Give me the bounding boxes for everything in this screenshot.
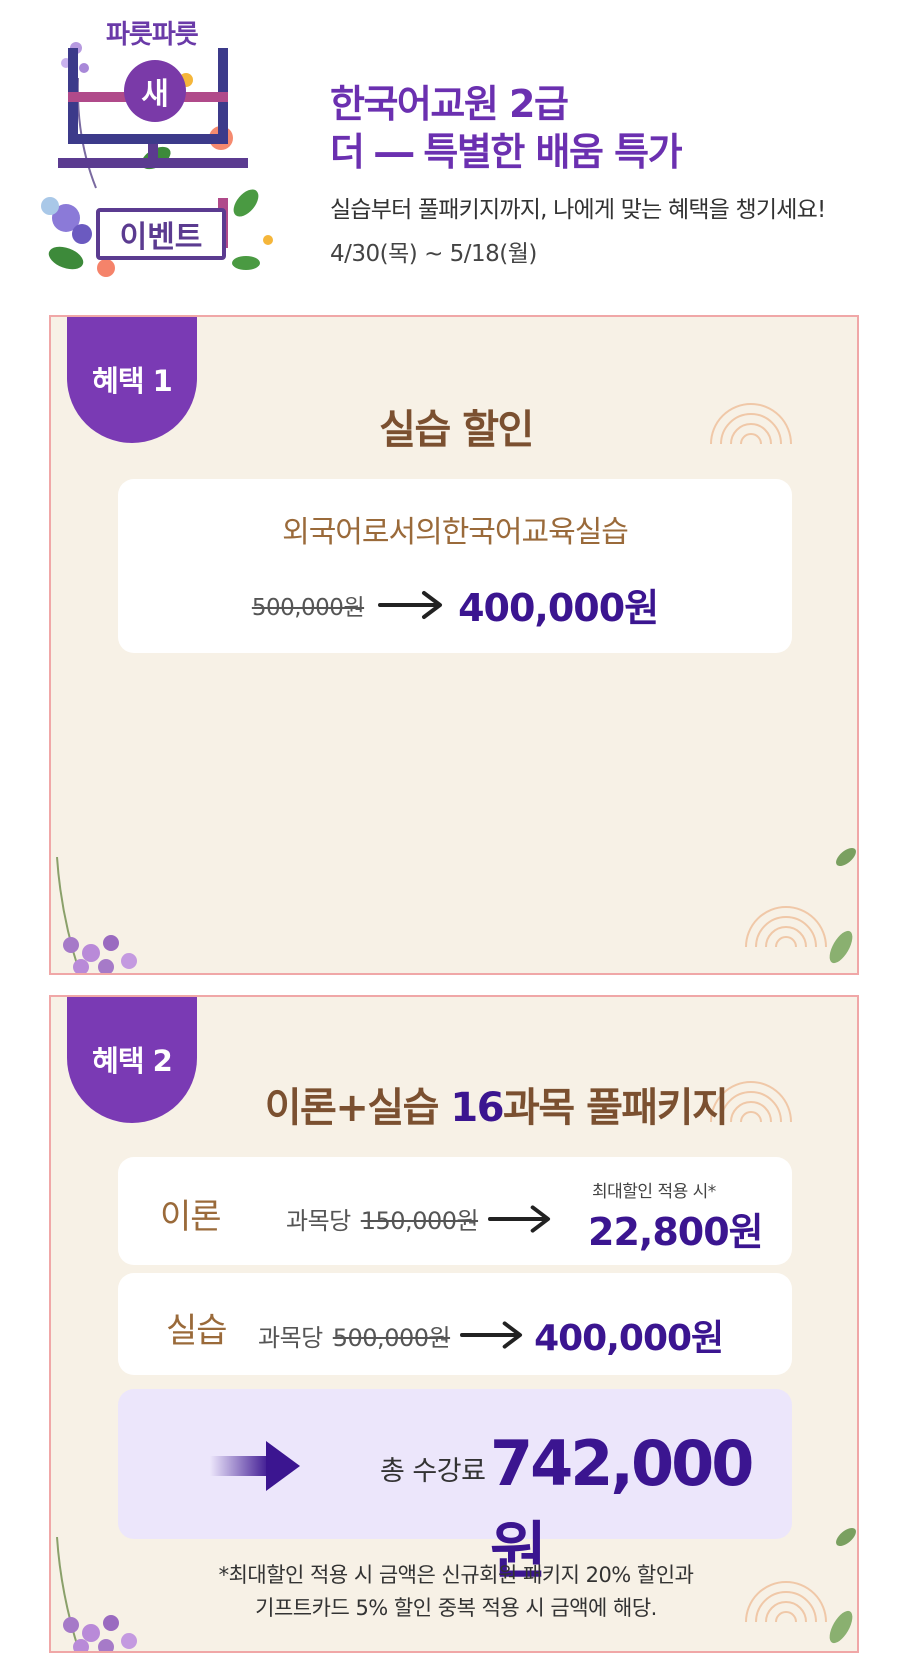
per-subject-label: 과목당 <box>258 1323 323 1352</box>
gradient-arrow-icon <box>210 1441 300 1491</box>
max-discount-note: 최대할인 적용 시* <box>592 1182 716 1202</box>
total-fee-card: 총 수강료 742,000원 <box>118 1389 792 1587</box>
logo-sae-badge: 새 <box>124 60 186 122</box>
arrow-right-icon <box>378 590 443 619</box>
practice-old-price: 500,000원 <box>332 1323 451 1352</box>
course-name: 외국어로서의한국어교육실습 <box>282 515 629 550</box>
event-title-line1: 한국어교원 2급 <box>330 82 569 126</box>
practice-label: 실습 <box>166 1311 228 1351</box>
arrow-right-icon <box>488 1204 551 1233</box>
practice-new-price: 400,000원 <box>534 1318 724 1359</box>
event-title-line2: 더 ― 특별한 배움 특가 <box>330 130 683 174</box>
theory-new-price: 22,800원 <box>588 1210 764 1254</box>
footnote-line1: *최대할인 적용 시 금액은 신규회원 패키지 20% 할인과 <box>218 1563 694 1587</box>
practice-price-row: 과목당 500,000원 400,000원 <box>258 1309 724 1361</box>
practice-discount-card: 외국어로서의한국어교육실습 500,000원 400,000원 <box>118 479 792 653</box>
flower-corner-icon <box>56 857 137 973</box>
practice-price-card: 실습 과목당 500,000원 400,000원 <box>118 1273 792 1375</box>
theory-price-card: 이론 과목당 150,000원 최대할인 적용 시* 22,800원 <box>118 1157 792 1265</box>
logo-event-label: 이벤트 <box>96 208 226 260</box>
benefit-2-title: 이론+실습 16과목 풀패키지 <box>91 1075 857 1133</box>
event-period: 4/30(목) ~ 5/18(월) <box>330 241 537 267</box>
discount-footnote: *최대할인 적용 시 금액은 신규회원 패키지 20% 할인과 기프트카드 5%… <box>51 1559 857 1625</box>
price-row: 500,000원 400,000원 <box>118 577 792 632</box>
benefit-2-section: 혜택 2 이론+실습 16과목 풀패키지 이론 과목당 150,000원 최대할… <box>49 995 859 1653</box>
event-subtitle: 실습부터 풀패키지까지, 나에게 맞는 혜택을 챙기세요! <box>330 197 826 223</box>
header-title-block: 한국어교원 2급 더 ― 특별한 배움 특가 실습부터 풀패키지까지, 나에게 … <box>330 80 826 268</box>
leaf-corner-icon <box>829 848 856 964</box>
title-number: 16 <box>450 1085 504 1131</box>
theory-price-row: 과목당 150,000원 <box>286 1201 552 1236</box>
event-header: 파릇파릇 새 이벤트 한국어교원 2급 더 ― 특별한 배움 특가 실습부터 풀… <box>0 0 909 300</box>
logo-small-title: 파릇파릇 <box>106 20 199 50</box>
old-price: 500,000원 <box>251 594 365 621</box>
arrow-right-icon <box>460 1321 523 1349</box>
title-prefix: 이론+실습 <box>264 1085 451 1131</box>
theory-old-price: 150,000원 <box>360 1207 479 1235</box>
new-price: 400,000원 <box>458 586 659 630</box>
footnote-line2: 기프트카드 5% 할인 중복 적용 시 금액에 해당. <box>255 1596 657 1620</box>
benefit-1-title: 실습 할인 <box>379 407 534 453</box>
benefit-1-section: 혜택 1 실습 할인 외국어로서의한국어교육실습 500,000원 400,00… <box>49 315 859 975</box>
theory-label: 이론 <box>160 1197 222 1237</box>
total-fee-label: 총 수강료 <box>380 1456 486 1487</box>
title-suffix: 과목 풀패키지 <box>503 1085 729 1131</box>
spring-event-logo: 파릇파릇 새 이벤트 <box>36 8 296 293</box>
per-subject-label: 과목당 <box>286 1207 351 1235</box>
